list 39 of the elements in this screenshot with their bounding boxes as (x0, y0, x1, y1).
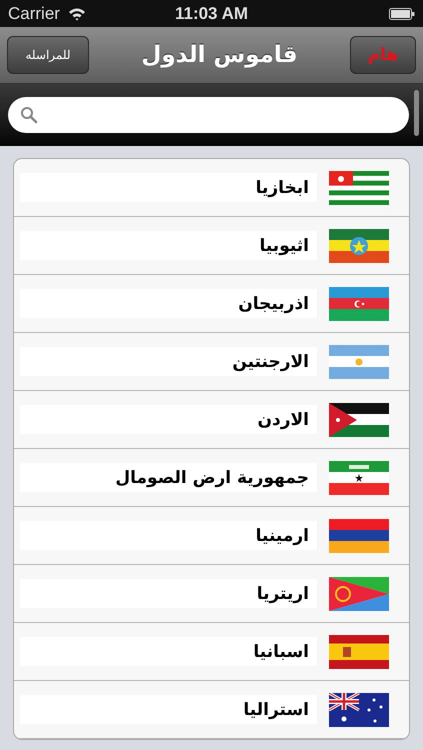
flag-icon (329, 286, 389, 320)
flag-icon (329, 460, 389, 494)
country-row[interactable]: اريتريا (14, 565, 409, 623)
nav-title: قاموس الدول (141, 42, 298, 68)
contact-button[interactable]: للمراسله (7, 36, 89, 74)
country-name: الارجنتين (20, 347, 317, 376)
status-time: 11:03 AM (174, 4, 248, 24)
country-row[interactable]: الاردن (14, 391, 409, 449)
country-name: ارمينيا (20, 521, 317, 550)
flag-icon (329, 576, 389, 610)
country-row[interactable]: اذربيجان (14, 275, 409, 333)
flag-icon (329, 228, 389, 262)
battery-icon (389, 8, 416, 20)
country-row[interactable]: ابخازيا (14, 159, 409, 217)
scroll-indicator (414, 90, 419, 136)
flag-icon (329, 518, 389, 552)
flag-icon (329, 402, 389, 436)
country-name: اثيوبيا (20, 231, 317, 260)
search-field[interactable] (8, 97, 409, 133)
carrier-name: Carrier (8, 4, 60, 24)
search-icon (20, 106, 38, 124)
country-name: جمهورية ارض الصومال (20, 463, 317, 492)
country-name: ابخازيا (20, 173, 317, 202)
country-name: الاردن (20, 405, 317, 434)
country-name: استراليا (20, 695, 317, 724)
country-row[interactable]: جمهورية ارض الصومال (14, 449, 409, 507)
country-name: اريتريا (20, 579, 317, 608)
country-row[interactable]: استراليا (14, 681, 409, 739)
flag-icon (329, 170, 389, 204)
country-row[interactable]: الارجنتين (14, 333, 409, 391)
country-name: اذربيجان (20, 289, 317, 318)
country-row[interactable]: ارمينيا (14, 507, 409, 565)
country-name: اسبانيا (20, 637, 317, 666)
country-row[interactable]: اسبانيا (14, 623, 409, 681)
flag-icon (329, 344, 389, 378)
flag-icon (329, 634, 389, 668)
wifi-icon (68, 6, 86, 20)
flag-icon (329, 692, 389, 726)
country-row[interactable]: اثيوبيا (14, 217, 409, 275)
